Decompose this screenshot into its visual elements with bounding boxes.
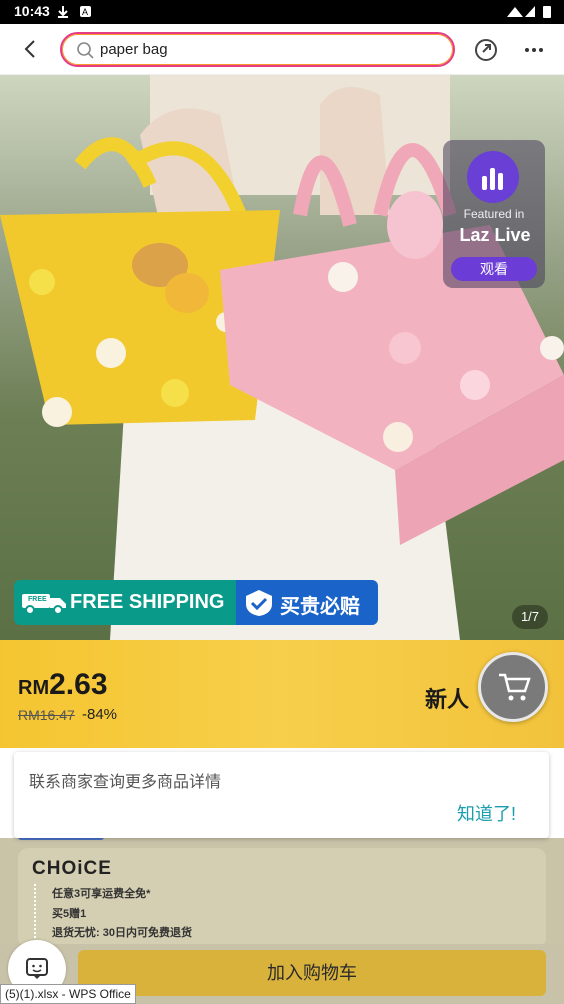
current-price: RM2.63 xyxy=(18,668,108,702)
original-price: RM16.47 xyxy=(18,707,75,723)
taskbar-window-label[interactable]: (5)(1).xlsx - WPS Office xyxy=(0,984,136,1004)
price-banner: RM2.63 RM16.47 -84% 新人 xyxy=(0,640,564,748)
price-value: 2.63 xyxy=(49,668,108,701)
choice-item-3: 退货无忧: 30日内可免费退货 xyxy=(52,927,192,939)
choice-timeline xyxy=(34,884,36,946)
product-image-carousel[interactable]: Featured in Laz Live 观看 FREE FREE SHIPPI… xyxy=(0,75,564,640)
signal-battery-icon xyxy=(507,6,551,18)
more-icon[interactable] xyxy=(524,46,546,54)
status-bar: 10:43 A xyxy=(0,0,564,24)
free-shipping-banner: FREE FREE SHIPPING xyxy=(14,580,236,625)
lazlive-watch-button[interactable]: 观看 xyxy=(451,257,537,281)
discount-percent: -84% xyxy=(82,706,118,723)
search-value: paper bag xyxy=(100,41,168,58)
free-badge: FREE xyxy=(28,596,47,603)
live-icon xyxy=(467,151,519,203)
search-input[interactable]: paper bag xyxy=(60,32,455,67)
search-icon xyxy=(77,42,94,59)
image-counter: 1/7 xyxy=(512,605,548,629)
cart-icon xyxy=(499,673,531,701)
status-time: 10:43 xyxy=(14,3,50,19)
guarantee-check-icon xyxy=(246,590,272,616)
add-to-cart-button[interactable]: 加入购物车 xyxy=(78,950,546,996)
tooltip-message: 联系商家查询更多商品详情 xyxy=(29,774,222,791)
choice-promo-card[interactable]: CHOiCE 任意3可享运费全免* 买5赠1 退货无忧: 30日内可免费退货 xyxy=(18,848,546,948)
choice-item-1: 任意3可享运费全免* xyxy=(52,888,151,900)
truck-icon xyxy=(22,594,66,615)
lazlive-label: Featured in xyxy=(463,207,525,221)
free-shipping-text: FREE SHIPPING xyxy=(70,591,225,613)
search-header: paper bag xyxy=(0,24,564,75)
share-icon[interactable] xyxy=(473,37,499,63)
lazlive-brand: Laz Live xyxy=(459,225,531,245)
choice-logo: CHOiCE xyxy=(32,858,112,879)
choice-item-2: 买5赠1 xyxy=(52,908,87,920)
new-user-label: 新人 xyxy=(425,687,470,712)
price-guarantee-banner: 买贵必赔 xyxy=(236,580,378,625)
price-currency: RM xyxy=(18,677,50,699)
lazlive-widget[interactable]: Featured in Laz Live 观看 xyxy=(443,140,545,288)
tooltip-ok-button[interactable]: 知道了! xyxy=(457,800,516,826)
chat-icon xyxy=(26,958,48,979)
back-icon[interactable] xyxy=(20,38,42,60)
guarantee-text: 买贵必赔 xyxy=(280,596,360,618)
download-icon: A xyxy=(58,6,91,18)
floating-cart-button[interactable] xyxy=(478,652,548,722)
svg-text:A: A xyxy=(82,7,88,17)
info-tooltip: 联系商家查询更多商品详情 知道了! xyxy=(14,752,549,838)
